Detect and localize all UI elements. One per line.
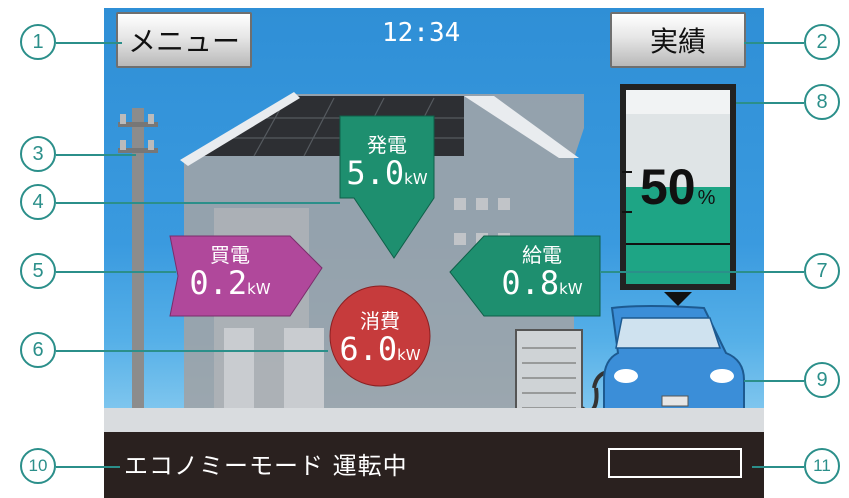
purchase-title: 買電 xyxy=(210,243,250,267)
consumption-readout: 消費 6.0kW xyxy=(330,310,430,366)
leader-line xyxy=(736,102,804,104)
purchase-unit: kW xyxy=(247,280,271,298)
leader-line xyxy=(744,42,804,44)
generation-title: 発電 xyxy=(367,133,407,157)
operation-mode: エコノミーモード 運転中 xyxy=(124,452,408,480)
leader-line xyxy=(744,380,804,382)
clock: 12:34 xyxy=(382,18,461,48)
purchase-readout: 買電 0.2kW xyxy=(170,244,290,300)
results-button[interactable]: 実績 xyxy=(610,12,746,68)
consumption-unit: kW xyxy=(397,346,421,364)
generation-readout: 発電 5.0kW xyxy=(340,134,434,190)
supply-unit: kW xyxy=(559,280,583,298)
purchase-value: 0.2 xyxy=(189,264,248,302)
battery-percent: 50% xyxy=(640,158,715,216)
supply-title: 給電 xyxy=(522,243,562,267)
callout-11: 11 xyxy=(804,448,840,484)
ev-charger-icon xyxy=(515,329,613,421)
callout-9: 9 xyxy=(804,362,840,398)
leader-line xyxy=(752,466,804,468)
utility-pole-icon xyxy=(118,108,158,438)
battery-percent-value: 50 xyxy=(640,159,696,215)
hems-screen: 発電 5.0kW 買電 0.2kW 消費 6.0kW 給電 0.8kW 50% … xyxy=(104,8,764,498)
callout-7: 7 xyxy=(804,253,840,289)
leader-line xyxy=(56,466,120,468)
status-indicator-box xyxy=(608,448,742,478)
supply-readout: 給電 0.8kW xyxy=(484,244,600,300)
menu-button[interactable]: メニュー xyxy=(116,12,252,68)
supply-value: 0.8 xyxy=(501,264,560,302)
leader-line xyxy=(56,42,122,44)
leader-line xyxy=(56,202,340,204)
callout-1: 1 xyxy=(20,24,56,60)
consumption-title: 消費 xyxy=(360,309,400,333)
generation-unit: kW xyxy=(404,170,428,188)
battery-pointer xyxy=(664,292,692,306)
callout-8: 8 xyxy=(804,84,840,120)
leader-line xyxy=(56,271,176,273)
consumption-value: 6.0 xyxy=(339,330,398,368)
callout-10: 10 xyxy=(20,448,56,484)
callout-5: 5 xyxy=(20,253,56,289)
callout-3: 3 xyxy=(20,136,56,172)
battery-percent-unit: % xyxy=(697,187,716,209)
leader-line xyxy=(600,271,804,273)
callout-4: 4 xyxy=(20,184,56,220)
callout-2: 2 xyxy=(804,24,840,60)
leader-line xyxy=(56,350,328,352)
callout-6: 6 xyxy=(20,332,56,368)
generation-value: 5.0 xyxy=(346,154,405,192)
leader-line xyxy=(56,154,136,156)
